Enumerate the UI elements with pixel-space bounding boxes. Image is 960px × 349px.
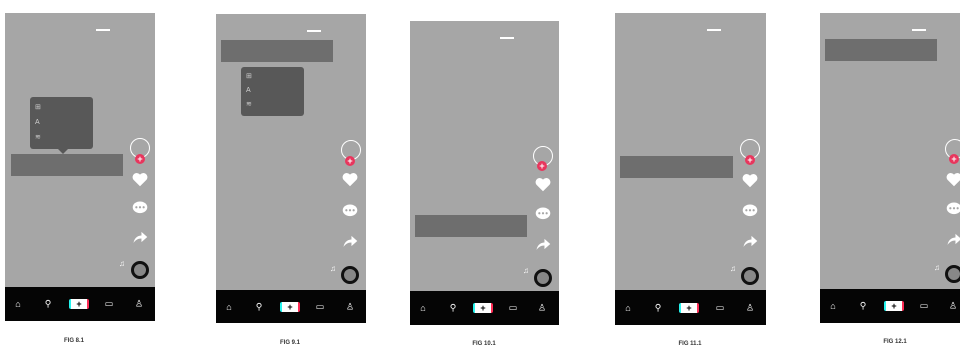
status-notch [307,30,321,32]
home-icon[interactable]: ⌂ [625,303,630,313]
status-notch [500,37,514,39]
caption-box[interactable] [825,39,937,61]
search-icon[interactable]: ⚲ [450,303,457,314]
bottom-nav-bar: ⌂ ⚲ + ▭ ♙ [820,289,960,323]
heart-icon[interactable] [945,171,960,187]
follow-plus-icon[interactable]: + [949,154,959,164]
create-icon[interactable]: + [69,299,89,309]
status-notch [96,29,110,31]
music-disc-icon[interactable] [341,266,359,284]
profile-icon[interactable]: ♙ [949,301,957,312]
follow-plus-icon[interactable]: + [345,156,355,166]
figure-label: FIG 8.1 [63,338,85,344]
bottom-nav-bar: ⌂ ⚲ + ▭ ♙ [5,287,155,321]
search-icon[interactable]: ⚲ [655,302,662,313]
inbox-icon[interactable]: ▭ [316,301,325,312]
status-notch [912,29,926,31]
profile-icon[interactable]: ♙ [135,299,143,310]
home-icon[interactable]: ⌂ [830,301,835,311]
phone-screen-fig-11-1: + ♫ ⌂ ⚲ + ▭ ♙ [615,13,766,325]
music-disc-icon[interactable] [741,267,759,285]
comment-icon[interactable] [741,203,759,219]
share-icon[interactable] [534,236,552,252]
music-disc-icon[interactable] [945,265,960,283]
comment-icon[interactable] [534,206,552,222]
music-note-icon: ♫ [730,264,736,273]
heart-icon[interactable] [741,172,759,188]
profile-icon[interactable]: ♙ [746,302,754,313]
figure-label: FIG 12.1 [883,339,907,345]
popup-filter-icon[interactable]: ≋ [246,101,254,109]
create-icon[interactable]: + [679,302,699,313]
heart-icon[interactable] [534,176,552,192]
profile-icon[interactable]: ♙ [346,301,354,312]
bottom-nav-bar: ⌂ ⚲ + ▭ ♙ [615,290,766,325]
caption-box[interactable] [11,154,123,176]
bottom-nav-bar: ⌂ ⚲ + ▭ ♙ [410,291,559,325]
comment-icon[interactable] [945,201,960,217]
figure-label: FIG 11.1 [678,341,702,347]
follow-plus-icon[interactable]: + [537,161,547,171]
share-icon[interactable] [945,231,960,247]
popup-add-icon[interactable]: ⊞ [35,104,43,112]
music-disc-icon[interactable] [131,261,149,279]
comment-icon[interactable] [131,200,149,216]
create-icon[interactable]: + [884,301,904,311]
caption-popup-menu[interactable]: ⊞ A ≋ [30,97,93,149]
create-icon[interactable]: + [280,301,300,312]
popup-text-icon[interactable]: A [246,87,254,95]
follow-plus-icon[interactable]: + [745,155,755,165]
share-icon[interactable] [341,233,359,249]
inbox-icon[interactable]: ▭ [509,303,518,314]
phone-screen-fig-10-1: + ♫ ⌂ ⚲ + ▭ ♙ [410,21,559,325]
create-icon[interactable]: + [473,303,493,313]
home-icon[interactable]: ⌂ [420,303,425,313]
phone-screen-fig-12-1: + ♫ ⌂ ⚲ + ▭ ♙ [820,13,960,323]
music-note-icon: ♫ [934,263,940,272]
share-icon[interactable] [131,229,149,245]
music-disc-icon[interactable] [534,269,552,287]
search-icon[interactable]: ⚲ [256,301,263,312]
bottom-nav-bar: ⌂ ⚲ + ▭ ♙ [216,290,366,323]
status-notch [707,29,721,31]
phone-screen-fig-9-1: ⊞ A ≋ + ♫ ⌂ ⚲ + ▭ ♙ [216,14,366,323]
phone-screen-fig-8-1: ⊞ A ≋ + ♫ ⌂ ⚲ + ▭ ♙ [5,13,155,321]
search-icon[interactable]: ⚲ [860,301,867,312]
music-note-icon: ♫ [330,264,336,273]
home-icon[interactable]: ⌂ [226,302,231,312]
music-note-icon: ♫ [523,266,529,275]
caption-box[interactable] [221,40,333,62]
inbox-icon[interactable]: ▭ [920,301,929,312]
music-note-icon: ♫ [119,259,125,268]
caption-popup-menu[interactable]: ⊞ A ≋ [241,67,304,116]
popup-text-icon[interactable]: A [35,119,43,127]
figure-label: FIG 9.1 [279,340,301,346]
share-icon[interactable] [741,233,759,249]
caption-box[interactable] [620,156,733,178]
caption-box[interactable] [415,215,527,237]
heart-icon[interactable] [131,171,149,187]
heart-icon[interactable] [341,171,359,187]
inbox-icon[interactable]: ▭ [716,302,725,313]
popup-filter-icon[interactable]: ≋ [35,134,43,142]
follow-plus-icon[interactable]: + [135,154,145,164]
home-icon[interactable]: ⌂ [15,299,20,309]
popup-add-icon[interactable]: ⊞ [246,73,254,81]
inbox-icon[interactable]: ▭ [105,299,114,310]
search-icon[interactable]: ⚲ [45,299,52,310]
profile-icon[interactable]: ♙ [538,303,546,314]
figure-label: FIG 10.1 [472,341,496,347]
comment-icon[interactable] [341,203,359,219]
